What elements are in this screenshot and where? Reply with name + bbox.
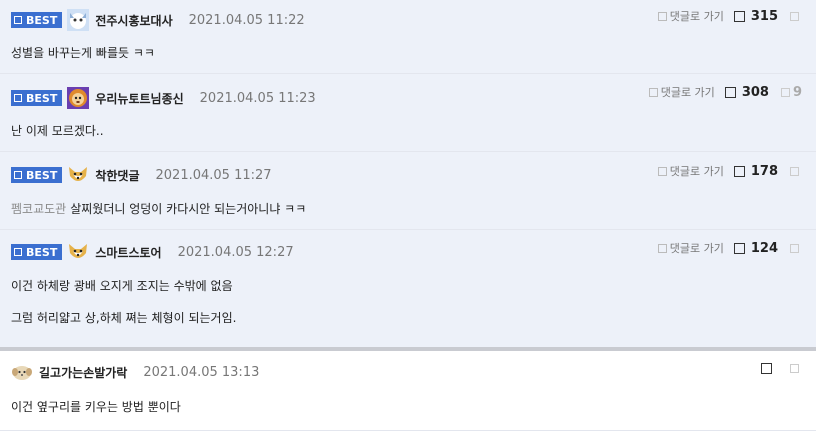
best-comment: BEST 스마트스토어 2021.04.05 12:27 댓글로 가기 124 … — [0, 230, 816, 347]
comment-body: 이건 하체랑 광배 오지게 조지는 수밖에 없음 그럼 허리얇고 상,하체 쪄는… — [11, 279, 236, 325]
upvote-button[interactable]: 178 — [733, 163, 778, 179]
upvote-icon — [733, 242, 745, 254]
downvote-button[interactable] — [790, 11, 802, 21]
upvote-count: 124 — [750, 240, 778, 256]
upvote-button[interactable] — [761, 362, 778, 374]
avatar[interactable] — [67, 164, 89, 186]
author-name[interactable]: 길고가는손발가락 — [39, 364, 127, 381]
reply-target-name[interactable]: 펨코교도관 — [11, 202, 66, 216]
avatar[interactable] — [67, 87, 90, 109]
author-name[interactable]: 스마트스토어 — [95, 244, 161, 261]
best-comment: BEST 우리뉴토트님종신 2021.04.05 11:23 댓글로 가기 30… — [0, 74, 816, 152]
comment-body: 펨코교도관 살찌웠더니 엉덩이 카다시안 되는거아니냐 ㅋㅋ — [11, 202, 306, 216]
checkbox-icon — [14, 171, 22, 179]
best-comment: BEST 전주시홍보대사 2021.04.05 11:22 댓글로 가기 315… — [0, 0, 816, 74]
upvote-count: 308 — [741, 84, 769, 100]
downvote-icon — [790, 11, 799, 21]
comment-body: 이건 옆구리를 키우는 방법 뿐이다 — [11, 400, 181, 414]
comment-line: 살찌웠더니 엉덩이 카다시안 되는거아니냐 ㅋㅋ — [70, 202, 307, 216]
avatar[interactable] — [67, 241, 89, 263]
downvote-button[interactable] — [790, 363, 802, 373]
avatar[interactable] — [11, 361, 33, 383]
comment-date: 2021.04.05 11:23 — [199, 90, 316, 106]
downvote-icon — [790, 363, 799, 373]
author-name[interactable]: 우리뉴토트님종신 — [95, 90, 183, 107]
upvote-icon — [724, 86, 736, 98]
best-badge: BEST — [11, 244, 63, 260]
comment-list: BEST 전주시홍보대사 2021.04.05 11:22 댓글로 가기 315… — [0, 0, 816, 431]
comment-date: 2021.04.05 11:27 — [155, 167, 272, 183]
downvote-count: 9 — [792, 84, 802, 100]
upvote-icon — [733, 10, 745, 22]
avatar[interactable] — [67, 9, 90, 31]
best-comment: BEST 착한댓글 2021.04.05 11:27 댓글로 가기 178 펨코… — [0, 152, 816, 230]
checkbox-icon — [14, 94, 22, 102]
comment-header: BEST 전주시홍보대사 2021.04.05 11:22 — [11, 9, 305, 31]
upvote-button[interactable]: 315 — [733, 8, 778, 24]
comment: 길고가는손발가락 2021.04.05 13:13 이건 옆구리를 키우는 방법… — [0, 351, 816, 431]
comment-body: 성별을 바꾸는게 빠를듯 ㅋㅋ — [11, 46, 155, 60]
comment-tools: 댓글로 가기 124 — [657, 240, 802, 256]
comment-date: 2021.04.05 12:27 — [177, 244, 294, 260]
comment-tools: 댓글로 가기 308 9 — [648, 84, 802, 100]
comment-tools: 댓글로 가기 178 — [657, 163, 802, 179]
upvote-count: 315 — [750, 8, 778, 24]
comment-tools: 댓글로 가기 315 — [657, 8, 802, 24]
comment-line: 그럼 허리얇고 상,하체 쪄는 체형이 되는거임. — [11, 311, 237, 325]
comment-header: BEST 스마트스토어 2021.04.05 12:27 — [11, 241, 294, 263]
checkbox-icon — [648, 87, 658, 97]
upvote-button[interactable]: 124 — [733, 240, 778, 256]
go-to-reply-link[interactable]: 댓글로 가기 — [657, 163, 724, 179]
checkbox-icon — [14, 16, 22, 24]
best-badge: BEST — [11, 167, 63, 183]
comment-tools — [761, 360, 802, 376]
go-to-reply-link[interactable]: 댓글로 가기 — [648, 84, 715, 100]
checkbox-icon — [657, 243, 667, 253]
checkbox-icon — [657, 166, 667, 176]
comment-header: 길고가는손발가락 2021.04.05 13:13 — [11, 361, 259, 383]
go-to-reply-link[interactable]: 댓글로 가기 — [657, 240, 724, 256]
downvote-icon — [790, 243, 799, 253]
upvote-button[interactable]: 308 — [724, 84, 769, 100]
author-name[interactable]: 착한댓글 — [95, 167, 139, 184]
downvote-button[interactable] — [790, 166, 802, 176]
downvote-button[interactable] — [790, 243, 802, 253]
downvote-icon — [780, 87, 790, 97]
downvote-button[interactable]: 9 — [780, 84, 802, 100]
checkbox-icon — [657, 11, 667, 21]
upvote-count: 178 — [750, 163, 778, 179]
checkbox-icon — [14, 248, 22, 256]
comment-date: 2021.04.05 11:22 — [188, 12, 305, 28]
comment-line: 이건 하체랑 광배 오지게 조지는 수밖에 없음 — [11, 279, 233, 293]
comment-body: 난 이제 모르겠다.. — [11, 124, 104, 138]
best-badge: BEST — [11, 90, 63, 106]
upvote-icon — [761, 362, 772, 374]
comment-header: BEST 우리뉴토트님종신 2021.04.05 11:23 — [11, 87, 316, 109]
comment-line: 성별을 바꾸는게 빠를듯 ㅋㅋ — [11, 46, 155, 60]
upvote-icon — [733, 165, 745, 177]
best-badge: BEST — [11, 12, 63, 28]
comment-header: BEST 착한댓글 2021.04.05 11:27 — [11, 164, 272, 186]
comment-line: 이건 옆구리를 키우는 방법 뿐이다 — [11, 400, 181, 414]
comment-line: 난 이제 모르겠다.. — [11, 124, 104, 138]
downvote-icon — [790, 166, 799, 176]
author-name[interactable]: 전주시홍보대사 — [95, 12, 172, 29]
comment-date: 2021.04.05 13:13 — [143, 364, 260, 380]
go-to-reply-link[interactable]: 댓글로 가기 — [657, 8, 724, 24]
